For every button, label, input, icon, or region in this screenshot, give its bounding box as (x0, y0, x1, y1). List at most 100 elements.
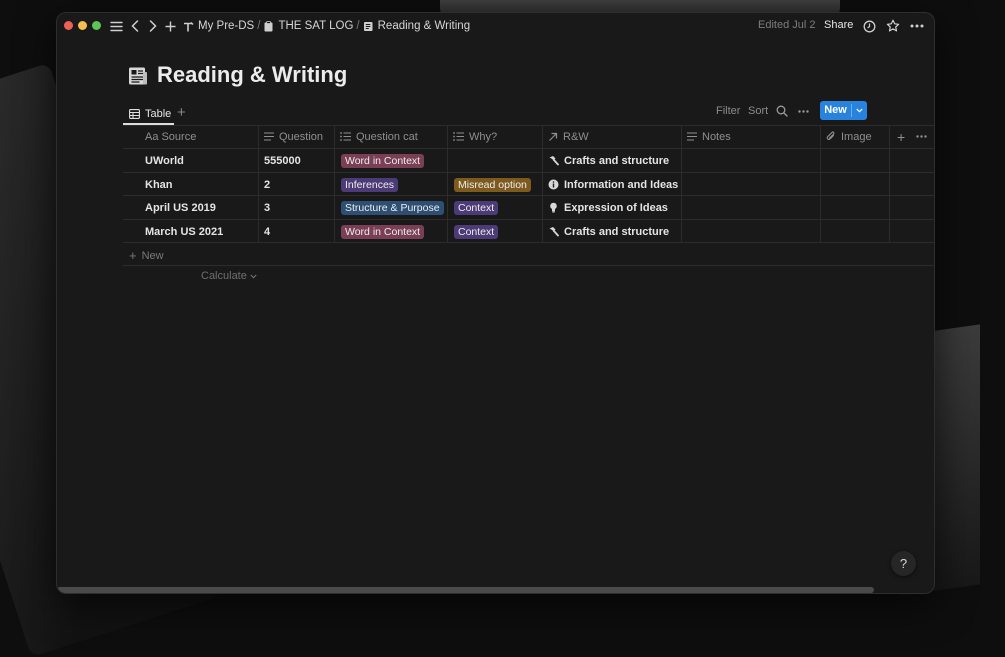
select-tag: Inferences (341, 177, 399, 192)
page-title: Reading & Writing (157, 62, 348, 87)
new-page-plus-icon[interactable] (164, 17, 176, 35)
table-row-source[interactable]: Khan (145, 173, 173, 196)
table-row-question[interactable]: 555000 (264, 149, 301, 172)
column-label: R&W (563, 130, 589, 143)
table-row-source[interactable]: April US 2019 (145, 196, 216, 219)
last-edited-text: Edited Jul 2 (758, 19, 816, 31)
select-tag: Word in Context (341, 224, 425, 239)
minimize-window-button[interactable] (78, 21, 87, 30)
table-row-question[interactable]: 3 (264, 196, 270, 219)
relation-label: Expression of Ideas (564, 201, 668, 214)
title-icon: Aa (145, 130, 159, 143)
select-tag: Misread option (454, 177, 531, 192)
info-icon (548, 179, 559, 190)
relation-arrow-icon (549, 132, 558, 141)
chevron-down-icon[interactable] (852, 101, 867, 120)
list-icon (453, 132, 464, 141)
breadcrumb-item-the-sat-log[interactable]: THE SAT LOG (263, 20, 353, 32)
column-label: Source (161, 130, 197, 143)
app-window: My Pre-DS / THE SAT LOG / Reading & Writ… (57, 13, 934, 593)
table-row-rw[interactable]: Information and Ideas (548, 173, 678, 196)
filter-button[interactable]: Filter (716, 105, 740, 117)
hammer-icon (549, 227, 559, 237)
sidebar-menu-icon[interactable] (109, 17, 123, 35)
new-record-button[interactable]: New (820, 101, 867, 120)
breadcrumb-label: Reading & Writing (377, 20, 471, 32)
add-view-plus-icon[interactable]: + (177, 104, 186, 121)
relation-label: Crafts and structure (564, 225, 670, 238)
table-row-rw[interactable]: Crafts and structure (548, 149, 669, 172)
star-favorite-icon[interactable] (885, 17, 901, 35)
table-row-source[interactable]: UWorld (145, 149, 184, 172)
more-options-icon[interactable] (909, 17, 925, 35)
horizontal-scrollbar[interactable] (57, 587, 874, 593)
column-header-rw[interactable]: R&W (548, 125, 589, 148)
column-label: Image (841, 130, 872, 143)
column-header-notes[interactable]: Notes (687, 125, 731, 148)
breadcrumb: My Pre-DS / THE SAT LOG / Reading & Writ… (183, 18, 470, 34)
column-header-question[interactable]: Question (264, 125, 323, 148)
chevron-down-icon (250, 274, 257, 278)
table-row-rw[interactable]: Crafts and structure (548, 220, 669, 243)
add-property-plus-icon[interactable]: + (897, 125, 905, 148)
share-button[interactable]: Share (824, 19, 853, 31)
tab-label: Table (145, 108, 172, 120)
hammer-icon (549, 156, 559, 166)
table-row-why[interactable]: Context (454, 220, 499, 243)
clock-history-icon[interactable] (862, 17, 876, 35)
sort-button[interactable]: Sort (748, 105, 768, 117)
pickaxe-icon (184, 21, 194, 31)
breadcrumb-label: My Pre-DS (198, 20, 255, 32)
breadcrumb-item-my-pre-ds[interactable]: My Pre-DS (183, 20, 254, 32)
column-label: Notes (702, 130, 731, 143)
select-tag: Context (454, 200, 499, 215)
table-row-question-cat[interactable]: Word in Context (341, 220, 425, 243)
tab-table-view[interactable]: Table (129, 105, 171, 123)
list-icon (340, 132, 351, 141)
plus-icon: + (129, 248, 137, 263)
back-arrow-icon[interactable] (130, 17, 140, 35)
table-row-question-cat[interactable]: Structure & Purpose (341, 196, 444, 219)
column-header-source[interactable]: Aa Source (145, 125, 196, 148)
table-row-question[interactable]: 2 (264, 173, 270, 196)
table-icon (129, 109, 140, 119)
table-row-question-cat[interactable]: Inferences (341, 173, 399, 196)
newspaper-icon (363, 21, 373, 31)
calculate-button[interactable]: Calculate (201, 270, 257, 282)
table-row-why[interactable]: Misread option (454, 173, 531, 196)
column-label: Question cat (356, 130, 418, 143)
text-icon (264, 132, 274, 141)
table-row-why[interactable]: Context (454, 196, 499, 219)
clipboard-icon (264, 20, 273, 31)
view-more-options-icon[interactable] (796, 102, 810, 120)
table-row-question[interactable]: 4 (264, 220, 270, 243)
forward-arrow-icon[interactable] (148, 17, 158, 35)
table-row-question-cat[interactable]: Word in Context (341, 149, 425, 172)
breadcrumb-label: THE SAT LOG (278, 20, 354, 32)
select-tag: Word in Context (341, 153, 425, 168)
table-row-rw[interactable]: Expression of Ideas (548, 196, 668, 219)
table-more-options-icon[interactable] (916, 125, 932, 148)
add-new-row-button[interactable]: + New (129, 248, 164, 263)
relation-label: Information and Ideas (564, 178, 679, 191)
relation-label: Crafts and structure (564, 154, 670, 167)
column-label: Question (279, 130, 324, 143)
select-tag: Context (454, 224, 499, 239)
text-icon (687, 132, 697, 141)
column-header-question-cat[interactable]: Question cat (340, 125, 418, 148)
column-header-why[interactable]: Why? (453, 125, 497, 148)
search-icon[interactable] (775, 102, 789, 120)
lightbulb-icon (550, 202, 557, 213)
title-bar: My Pre-DS / THE SAT LOG / Reading & Writ… (57, 13, 934, 39)
paperclip-icon (826, 131, 835, 140)
new-button-label: New (824, 104, 847, 116)
newspaper-icon[interactable] (128, 66, 148, 86)
close-window-button[interactable] (64, 21, 73, 30)
help-button[interactable]: ? (891, 551, 916, 576)
maximize-window-button[interactable] (92, 21, 101, 30)
new-row-label: New (141, 249, 164, 262)
column-header-image[interactable]: Image (826, 125, 872, 148)
breadcrumb-item-reading-writing[interactable]: Reading & Writing (363, 20, 470, 32)
table-row-source[interactable]: March US 2021 (145, 220, 223, 243)
calculate-label: Calculate (201, 270, 247, 282)
